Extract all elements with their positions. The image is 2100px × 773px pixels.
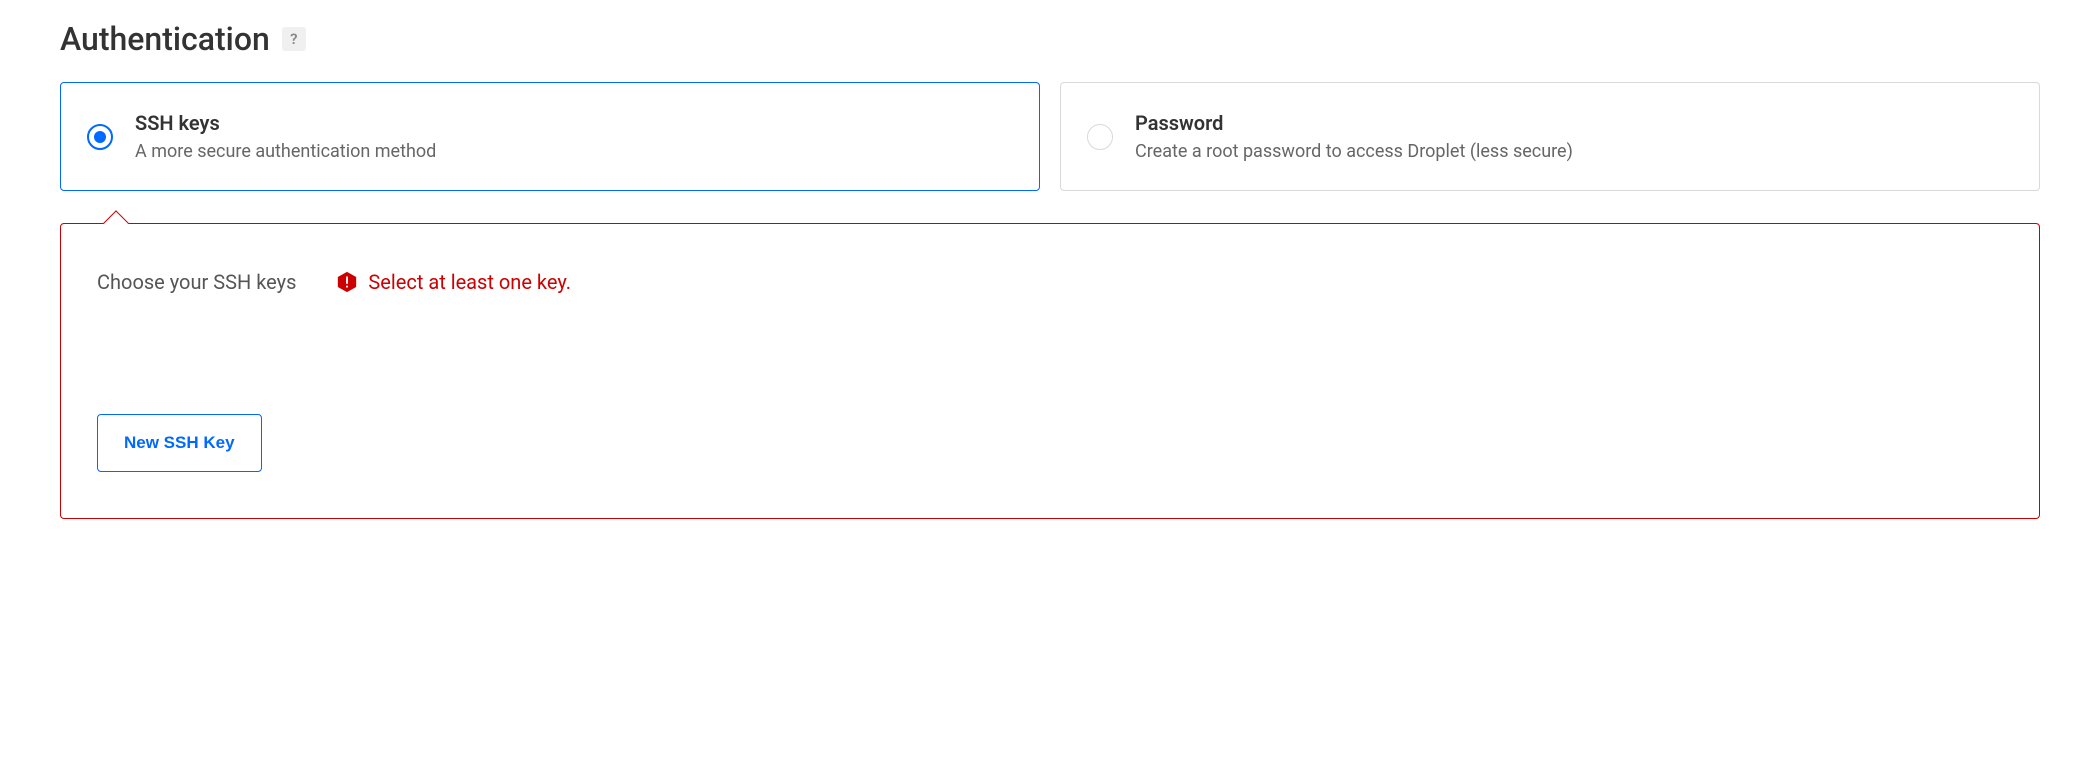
auth-option-desc: Create a root password to access Droplet…	[1135, 141, 1573, 162]
auth-option-texts: SSH keys A more secure authentication me…	[135, 111, 436, 162]
error-message: Select at least one key.	[336, 270, 571, 294]
auth-options-row: SSH keys A more secure authentication me…	[60, 82, 2040, 191]
panel-header-row: Choose your SSH keys Select at least one…	[97, 270, 2003, 294]
new-ssh-key-button[interactable]: New SSH Key	[97, 414, 262, 472]
radio-selected-icon	[87, 124, 113, 150]
auth-option-password[interactable]: Password Create a root password to acces…	[1060, 82, 2040, 191]
alert-icon	[336, 271, 358, 293]
auth-option-title: SSH keys	[135, 111, 436, 135]
ssh-keys-panel: Choose your SSH keys Select at least one…	[60, 223, 2040, 519]
auth-option-texts: Password Create a root password to acces…	[1135, 111, 1573, 162]
radio-unselected-icon	[1087, 124, 1113, 150]
auth-option-title: Password	[1135, 111, 1573, 135]
panel-pointer	[103, 210, 128, 235]
error-text: Select at least one key.	[368, 270, 571, 294]
section-header: Authentication ?	[60, 20, 2040, 58]
auth-option-ssh-keys[interactable]: SSH keys A more secure authentication me…	[60, 82, 1040, 191]
help-icon[interactable]: ?	[282, 27, 306, 51]
section-title: Authentication	[60, 20, 270, 58]
choose-ssh-keys-label: Choose your SSH keys	[97, 270, 296, 294]
auth-option-desc: A more secure authentication method	[135, 141, 436, 162]
